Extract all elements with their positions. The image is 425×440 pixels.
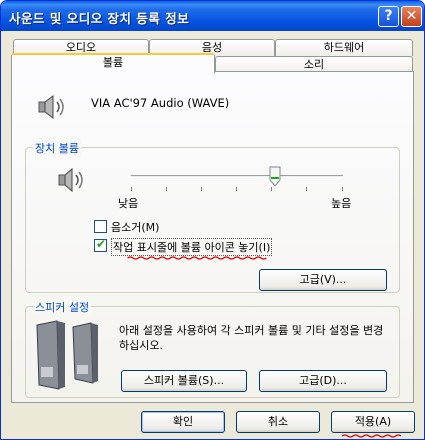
annotation-underline: [127, 256, 267, 260]
tab-hardware[interactable]: 하드웨어: [275, 39, 413, 56]
tray-icon-label[interactable]: 작업 표시줄에 볼륨 아이콘 놓기(I): [111, 238, 273, 256]
volume-high-label: 높음: [331, 197, 352, 210]
mute-checkbox[interactable]: [94, 220, 107, 233]
slider-tick: [201, 187, 202, 191]
volume-slider-track[interactable]: [131, 175, 343, 178]
slider-tick: [271, 187, 272, 191]
volume-low-label: 낮음: [118, 197, 139, 210]
speaker-settings-title: 스피커 설정: [33, 299, 92, 315]
help-button[interactable]: ?: [378, 6, 399, 27]
tray-icon-checkbox[interactable]: ✔: [94, 237, 107, 252]
speaker-icon: [38, 95, 64, 119]
advanced-speaker-button[interactable]: 고급(D)...: [259, 370, 387, 392]
slider-tick: [342, 187, 343, 191]
speaker-volume-button[interactable]: 스피커 볼륨(S)...: [121, 370, 247, 392]
volume-slider-thumb[interactable]: [269, 166, 281, 187]
checkmark-icon: ✔: [96, 237, 107, 251]
apply-button[interactable]: 적용(A): [331, 411, 415, 433]
speakers-icon: [36, 320, 98, 390]
speaker-settings-description: 아래 설정을 사용하여 각 스피커 볼륨 및 기타 설정을 변경하십시오.: [119, 324, 384, 352]
tab-volume[interactable]: 볼륨: [11, 53, 215, 73]
close-button[interactable]: ✕: [401, 6, 422, 27]
mute-label[interactable]: 음소거(M): [111, 219, 159, 235]
slider-tick: [166, 187, 167, 191]
cancel-button[interactable]: 취소: [236, 411, 320, 433]
window-title: 사운드 및 오디오 장치 등록 정보: [9, 11, 190, 26]
ok-button[interactable]: 확인: [141, 411, 225, 433]
slider-tick: [306, 187, 307, 191]
advanced-volume-button[interactable]: 고급(V)...: [259, 269, 387, 291]
title-bar[interactable]: 사운드 및 오디오 장치 등록 정보 ? ✕: [1, 1, 424, 31]
device-name: VIA AC'97 Audio (WAVE): [91, 96, 230, 110]
slider-tick: [131, 187, 132, 191]
device-volume-title: 장치 볼륨: [33, 140, 81, 156]
annotation-underline: [341, 434, 402, 438]
volume-speaker-icon: [58, 167, 83, 193]
properties-dialog: 사운드 및 오디오 장치 등록 정보 ? ✕ 오디오 음성 하드웨어 볼륨 소리…: [0, 0, 425, 440]
slider-tick: [236, 187, 237, 191]
